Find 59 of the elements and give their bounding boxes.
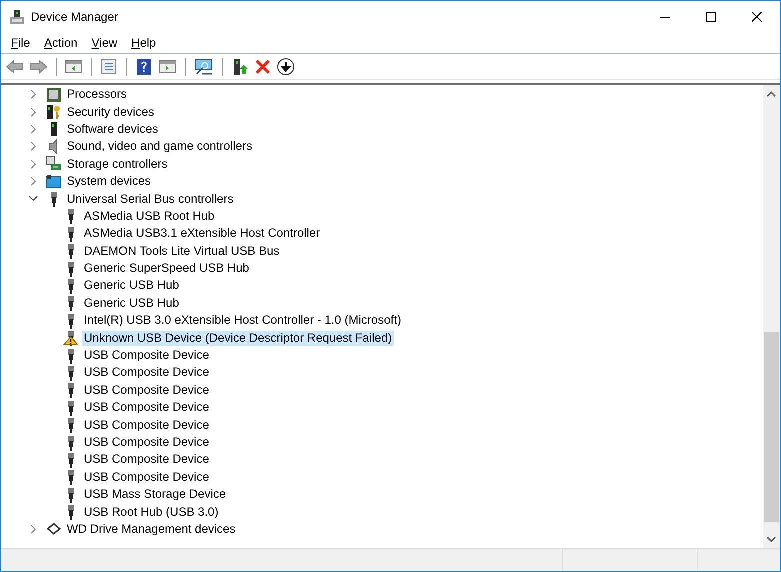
menu-item[interactable]: File xyxy=(4,36,38,50)
tree-item[interactable]: USB Composite Device xyxy=(82,418,212,433)
properties-icon[interactable] xyxy=(99,58,119,74)
tree-item[interactable]: USB Composite Device xyxy=(82,382,212,398)
forward-icon[interactable] xyxy=(29,58,49,74)
tree-category[interactable]: Processors xyxy=(65,87,130,102)
tree-item[interactable]: Generic USB Hub xyxy=(82,278,182,294)
menu-item[interactable]: Help xyxy=(124,36,164,50)
tree-item[interactable]: USB Composite Device xyxy=(82,365,212,380)
tree-item[interactable]: USB Composite Device xyxy=(82,452,212,468)
tree-item[interactable]: ASMedia USB3.1 eXtensible Host Controller xyxy=(82,226,322,242)
collapse-icon[interactable] xyxy=(29,194,38,204)
expand-icon[interactable] xyxy=(29,124,38,134)
monitor-search-icon[interactable] xyxy=(193,58,215,74)
menu-item[interactable]: View xyxy=(84,36,125,50)
tree-category[interactable]: WD Drive Management devices xyxy=(65,522,238,537)
close-icon[interactable] xyxy=(752,12,762,22)
drive-icon xyxy=(46,521,62,538)
back-icon[interactable] xyxy=(5,58,25,74)
tree-item[interactable]: USB Composite Device xyxy=(82,435,212,450)
tree-category[interactable]: Universal Serial Bus controllers xyxy=(65,192,236,207)
help-icon[interactable] xyxy=(134,58,154,74)
delete-icon[interactable] xyxy=(254,58,272,74)
expand-icon[interactable] xyxy=(29,524,38,534)
storage-controller-icon xyxy=(46,156,62,172)
tree-item[interactable]: Generic USB Hub xyxy=(82,296,182,311)
tree-item[interactable]: Generic SuperSpeed USB Hub xyxy=(82,261,252,276)
tree-item[interactable]: USB Composite Device xyxy=(82,400,212,416)
expand-icon[interactable] xyxy=(29,177,38,186)
tree-category[interactable]: Security devices xyxy=(65,104,156,120)
scrollbar[interactable] xyxy=(763,85,780,548)
download-icon[interactable] xyxy=(276,58,296,76)
tree-item[interactable]: ASMedia USB Root Hub xyxy=(82,208,217,224)
expand-icon[interactable] xyxy=(29,108,38,117)
tree-item[interactable]: Unknown USB Device (Device Descriptor Request Failed) xyxy=(82,330,394,346)
window-panel-icon[interactable] xyxy=(64,58,84,74)
expand-icon[interactable] xyxy=(29,160,38,169)
window-title: Device Manager xyxy=(31,10,118,24)
expand-icon[interactable] xyxy=(29,90,38,100)
computer-icon xyxy=(9,8,25,24)
tree-item[interactable]: DAEMON Tools Lite Virtual USB Bus xyxy=(82,244,282,259)
expand-icon[interactable] xyxy=(29,142,38,152)
tree-item[interactable]: USB Composite Device xyxy=(82,348,212,364)
tree-item[interactable]: USB Mass Storage Device xyxy=(82,487,228,502)
tree-item[interactable]: Intel(R) USB 3.0 eXtensible Host Controller - 1.0 (Microsoft) xyxy=(82,313,404,328)
tower-key-icon xyxy=(46,104,62,120)
menu-item[interactable]: Action xyxy=(37,36,85,50)
tree-category[interactable]: Storage controllers xyxy=(65,156,170,172)
scroll-thumb[interactable] xyxy=(764,332,779,522)
tree-item[interactable]: USB Composite Device xyxy=(82,470,212,485)
monitor-icon xyxy=(46,174,62,190)
tree-category[interactable]: System devices xyxy=(65,174,154,190)
tree-category[interactable]: Sound, video and game controllers xyxy=(65,139,254,154)
usb-warning-icon xyxy=(63,330,79,346)
maximize-icon[interactable] xyxy=(706,12,716,22)
tree-item[interactable]: USB Root Hub (USB 3.0) xyxy=(82,504,221,520)
processor-chip-icon xyxy=(46,86,62,103)
tree-category[interactable]: Software devices xyxy=(65,122,160,137)
window-panel-icon[interactable] xyxy=(158,58,178,74)
